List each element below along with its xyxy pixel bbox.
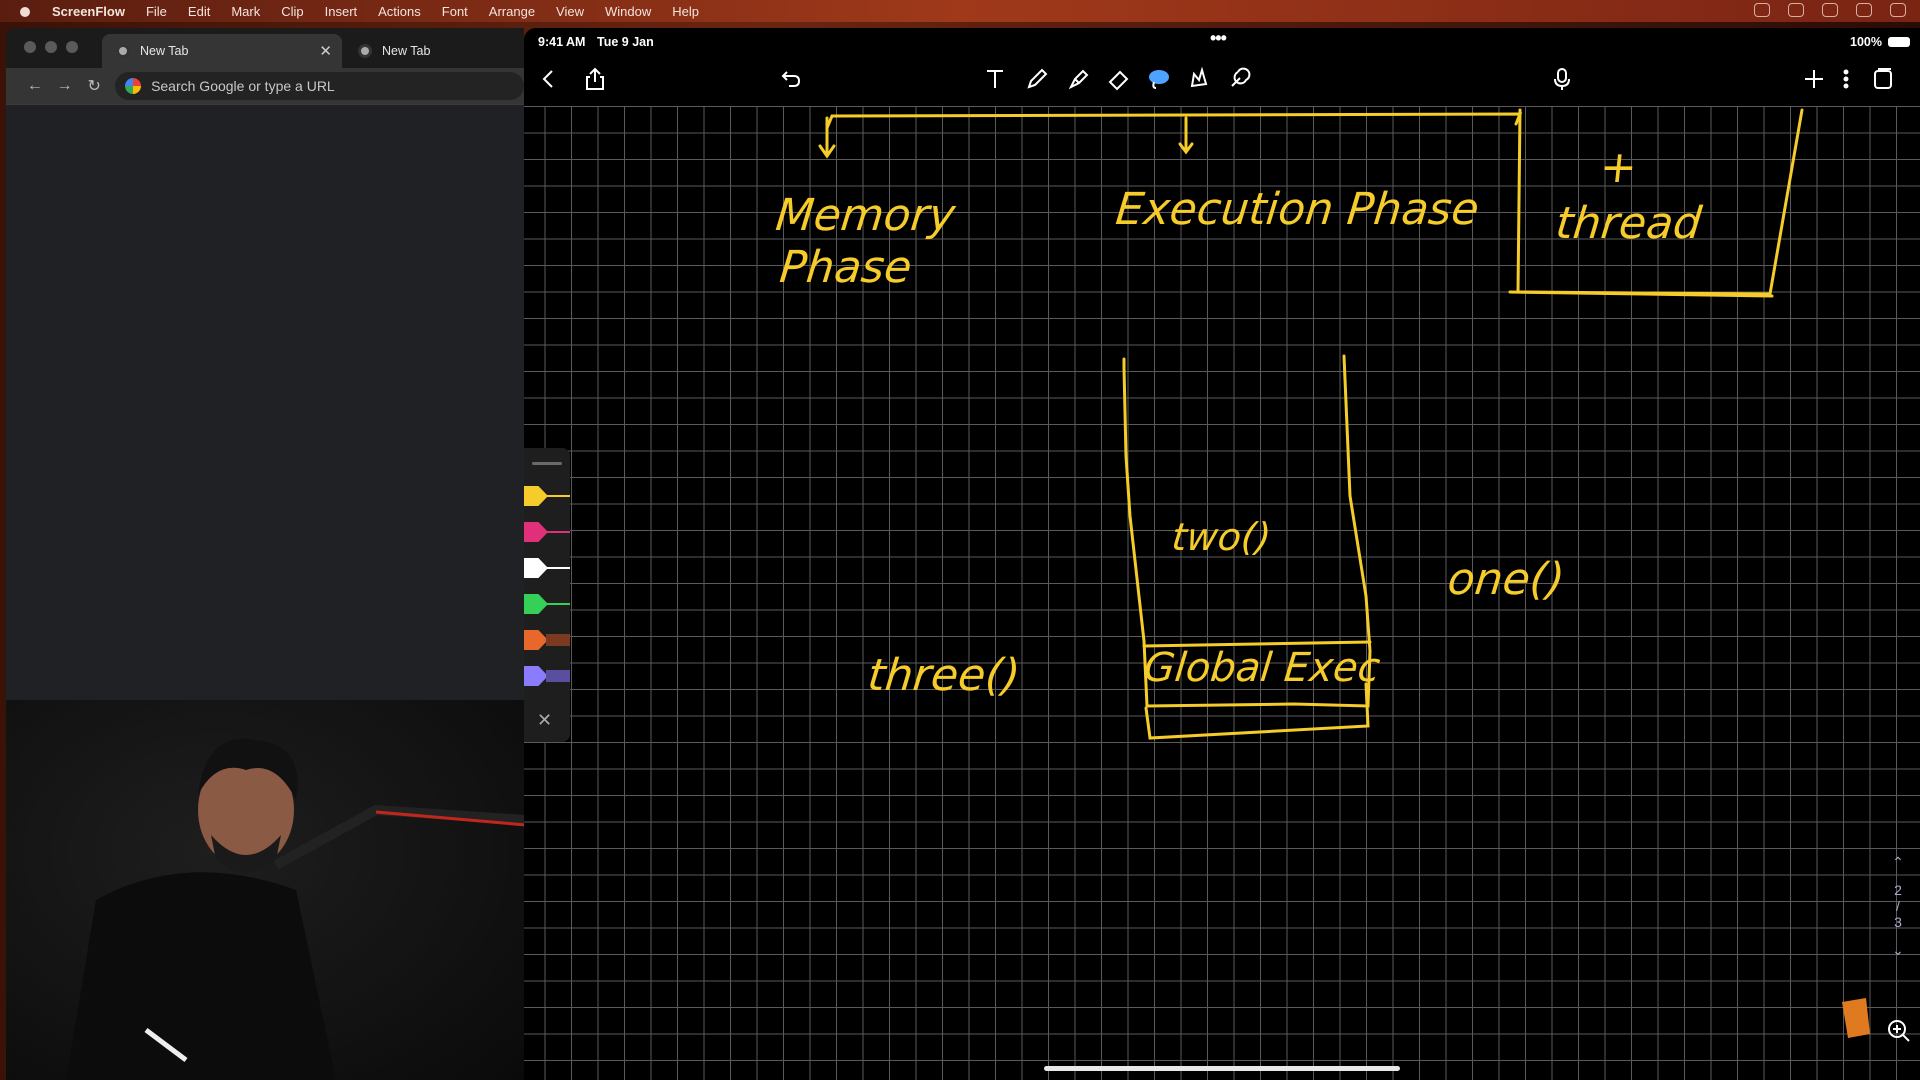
tab-new-tab[interactable]: New Tab: [344, 34, 524, 68]
status-time: 9:41 AM: [538, 35, 586, 49]
back-arrow-icon[interactable]: ←: [20, 77, 50, 95]
highlighter-tool-icon[interactable]: [1064, 64, 1094, 94]
page-indicator: ⌃ 2 / 3 ⌄: [1890, 854, 1906, 958]
reload-icon[interactable]: ↻: [79, 76, 109, 96]
address-bar[interactable]: Search Google or type a URL: [115, 72, 524, 100]
add-page-icon[interactable]: [1799, 64, 1829, 94]
menubar-status-icons: [1754, 3, 1906, 17]
execution-phase-label: Execution Phase: [1113, 184, 1482, 235]
minimize-window-button[interactable]: [45, 41, 57, 53]
purple-highlighter[interactable]: [524, 666, 570, 686]
forward-arrow-icon[interactable]: →: [50, 77, 80, 95]
menu-mark[interactable]: Mark: [231, 4, 260, 19]
close-tab-icon[interactable]: ✕: [319, 42, 332, 60]
laser-pointer-icon[interactable]: [1224, 64, 1254, 94]
presenter-video: [66, 738, 527, 1080]
undo-icon[interactable]: [776, 64, 806, 94]
browser-toolbar: ← → ↻ Search Google or type a URL: [6, 68, 524, 104]
menu-bar: ScreenFlow File Edit Mark Clip Insert Ac…: [0, 0, 1920, 22]
more-options-icon[interactable]: [1831, 64, 1861, 94]
menu-insert[interactable]: Insert: [325, 4, 358, 19]
menu-view[interactable]: View: [556, 4, 584, 19]
notes-toolbar: [524, 56, 1920, 106]
current-page: 2: [1894, 882, 1902, 898]
pen-palette: ✕: [524, 448, 570, 742]
battery-percent: 100%: [1850, 35, 1882, 49]
ipad-notes-window: 9:41 AM Tue 9 Jan ••• 100% Memory Phase …: [524, 28, 1920, 1080]
wifi-icon[interactable]: [1822, 3, 1838, 17]
lasso-tool-icon[interactable]: [1144, 64, 1174, 94]
menu-file[interactable]: File: [146, 4, 167, 19]
note-canvas[interactable]: Memory Phase Execution Phase + thread tw…: [524, 106, 1920, 1080]
text-tool-icon[interactable]: [980, 64, 1010, 94]
chrome-favicon-icon: [358, 44, 372, 58]
google-icon: [125, 78, 142, 94]
page-down-chevron-icon[interactable]: ⌄: [1890, 942, 1906, 958]
menu-font[interactable]: Font: [442, 4, 468, 19]
back-chevron-icon[interactable]: [534, 64, 564, 94]
page-separator: /: [1896, 898, 1900, 914]
total-pages: 3: [1894, 914, 1902, 930]
menu-clip[interactable]: Clip: [281, 4, 303, 19]
battery-status: 100%: [1850, 35, 1910, 49]
chrome-favicon-icon: [116, 44, 130, 58]
menu-edit[interactable]: Edit: [188, 4, 210, 19]
tab-new-tab-active[interactable]: New Tab ✕: [102, 34, 342, 68]
share-icon[interactable]: [580, 64, 610, 94]
tab-label: New Tab: [382, 44, 431, 58]
handwriting-strokes: [818, 108, 1804, 740]
shapes-tool-icon[interactable]: [1184, 64, 1214, 94]
close-window-button[interactable]: [24, 41, 36, 53]
close-palette-icon[interactable]: ✕: [537, 710, 552, 731]
multitasking-dots-icon[interactable]: •••: [1210, 28, 1227, 49]
menu-actions[interactable]: Actions: [378, 4, 421, 19]
address-bar-placeholder: Search Google or type a URL: [151, 78, 335, 94]
eraser-tool-icon[interactable]: [1104, 64, 1134, 94]
eraser-cup-icon[interactable]: [1836, 992, 1876, 1042]
memory-phase-label-line1: Memory: [773, 190, 958, 241]
pink-pen[interactable]: [524, 522, 570, 542]
tab-label: New Tab: [140, 44, 189, 58]
home-indicator[interactable]: [1044, 1066, 1400, 1071]
ipad-status-bar: 9:41 AM Tue 9 Jan ••• 100%: [524, 28, 1920, 56]
memory-phase-label-line2: Phase: [777, 242, 915, 293]
two-call-label: two(): [1169, 515, 1274, 559]
palette-drag-handle[interactable]: [532, 462, 562, 465]
screen-icon[interactable]: [1788, 3, 1804, 17]
one-call-label: one(): [1445, 554, 1567, 605]
zoom-window-button[interactable]: [66, 41, 78, 53]
clock-icon[interactable]: [1890, 3, 1906, 17]
page-up-chevron-icon[interactable]: ⌃: [1890, 854, 1906, 870]
microphone-icon[interactable]: [1547, 64, 1577, 94]
three-call-label: three(): [865, 650, 1023, 701]
battery-icon: [1888, 37, 1910, 47]
white-pen[interactable]: [524, 558, 570, 578]
menu-arrange[interactable]: Arrange: [489, 4, 535, 19]
tab-strip: New Tab ✕ New Tab: [6, 28, 524, 68]
page-view-icon[interactable]: [1868, 64, 1898, 94]
menu-help[interactable]: Help: [672, 4, 699, 19]
window-controls: [24, 41, 78, 53]
record-icon[interactable]: [1754, 3, 1770, 17]
control-center-icon[interactable]: [1856, 3, 1872, 17]
menu-app-name[interactable]: ScreenFlow: [52, 4, 125, 19]
orange-highlighter[interactable]: [524, 630, 570, 650]
apple-icon[interactable]: [18, 4, 32, 18]
yellow-pen[interactable]: [524, 486, 570, 506]
zoom-icon[interactable]: [1886, 1018, 1912, 1044]
pen-tool-icon[interactable]: [1022, 64, 1052, 94]
webcam-overlay: [6, 700, 527, 1080]
menu-window[interactable]: Window: [605, 4, 651, 19]
plus-sign: +: [1597, 142, 1640, 193]
global-exec-label: Global Exec: [1141, 645, 1383, 691]
thread-label: thread: [1553, 198, 1704, 249]
green-pen[interactable]: [524, 594, 570, 614]
status-date: Tue 9 Jan: [597, 35, 654, 49]
